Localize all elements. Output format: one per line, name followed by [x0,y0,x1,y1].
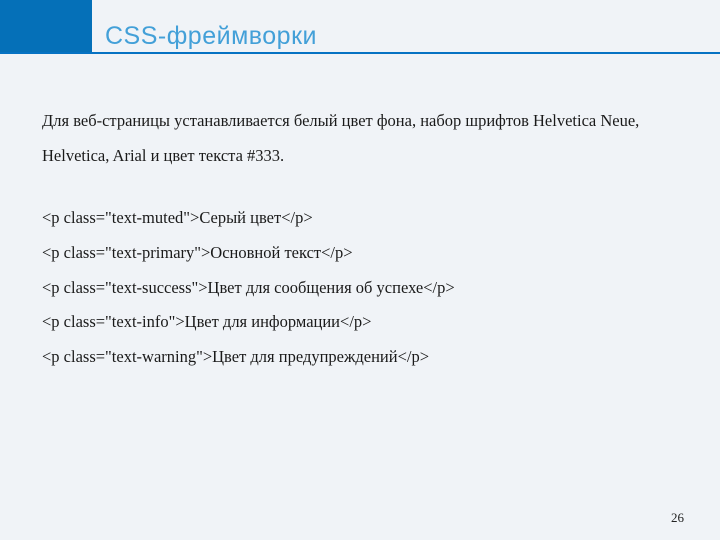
code-example-line: <p class="text-info">Цвет для информации… [42,305,680,340]
slide-content: Для веб-страницы устанавливается белый ц… [0,72,720,374]
code-example-line: <p class="text-success">Цвет для сообщен… [42,271,680,306]
code-example-line: <p class="text-primary">Основной текст</… [42,236,680,271]
code-example-line: <p class="text-warning">Цвет для предупр… [42,340,680,375]
header-accent-box [0,0,92,52]
header-underline [0,52,720,54]
intro-paragraph: Для веб-страницы устанавливается белый ц… [42,104,680,173]
page-title: CSS-фреймворки [105,22,317,51]
page-number: 26 [671,510,684,526]
slide-header: CSS-фреймворки [0,0,720,72]
code-example-line: <p class="text-muted">Серый цвет</p> [42,201,680,236]
